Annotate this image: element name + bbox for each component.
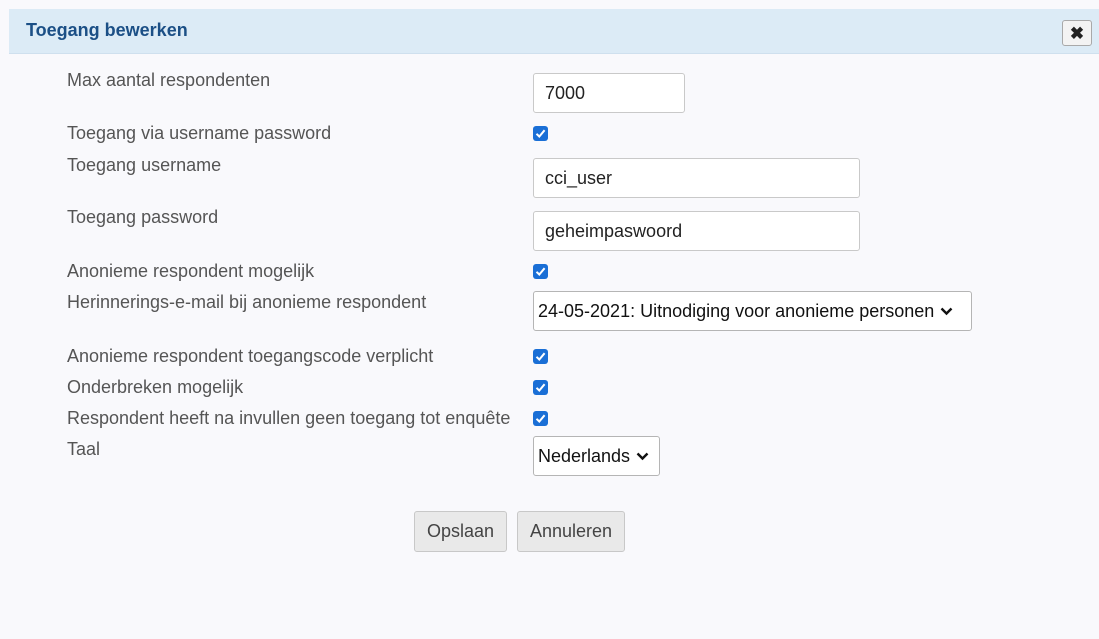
interrupt-possible-checkbox[interactable] — [533, 380, 548, 395]
username-input[interactable] — [533, 158, 860, 198]
anonymous-possible-label: Anonieme respondent mogelijk — [67, 261, 315, 281]
reminder-email-select[interactable]: 24-05-2021: Uitnodiging voor anonieme pe… — [533, 291, 972, 331]
access-userpass-label: Toegang via username password — [67, 123, 332, 143]
username-label: Toegang username — [67, 155, 222, 175]
anonymous-code-required-label: Anonieme respondent toegangscode verplic… — [67, 346, 434, 366]
close-button[interactable]: ✖ — [1062, 20, 1092, 46]
reminder-email-label: Herinnerings-e-mail bij anonieme respond… — [67, 292, 427, 312]
language-value: Nederlands — [538, 445, 631, 466]
checkmark-icon — [535, 414, 546, 423]
no-access-after-checkbox[interactable] — [533, 411, 548, 426]
language-select[interactable]: Nederlands — [533, 436, 660, 476]
save-button[interactable]: Opslaan — [414, 511, 507, 552]
max-respondents-label: Max aantal respondenten — [67, 70, 271, 90]
access-userpass-checkbox[interactable] — [533, 126, 548, 141]
checkmark-icon — [535, 352, 546, 361]
no-access-after-label: Respondent heeft na invullen geen toegan… — [67, 408, 511, 428]
edit-access-dialog: Toegang bewerken ✖ Max aantal respondent… — [0, 0, 1099, 639]
password-input[interactable] — [533, 211, 860, 251]
max-respondents-input[interactable] — [533, 73, 685, 113]
checkmark-icon — [535, 383, 546, 392]
chevron-down-icon — [636, 452, 649, 461]
dialog-title: Toegang bewerken — [26, 20, 188, 40]
checkmark-icon — [535, 267, 546, 276]
chevron-down-icon — [940, 307, 953, 316]
language-label: Taal — [67, 439, 101, 459]
cancel-button[interactable]: Annuleren — [517, 511, 625, 552]
anonymous-possible-checkbox[interactable] — [533, 264, 548, 279]
interrupt-possible-label: Onderbreken mogelijk — [67, 377, 244, 397]
reminder-email-value: 24-05-2021: Uitnodiging voor anonieme pe… — [538, 300, 935, 321]
anonymous-code-required-checkbox[interactable] — [533, 349, 548, 364]
dialog-title-bar: Toegang bewerken — [9, 9, 1099, 54]
checkmark-icon — [535, 129, 546, 138]
password-label: Toegang password — [67, 207, 219, 227]
close-icon: ✖ — [1069, 23, 1085, 43]
